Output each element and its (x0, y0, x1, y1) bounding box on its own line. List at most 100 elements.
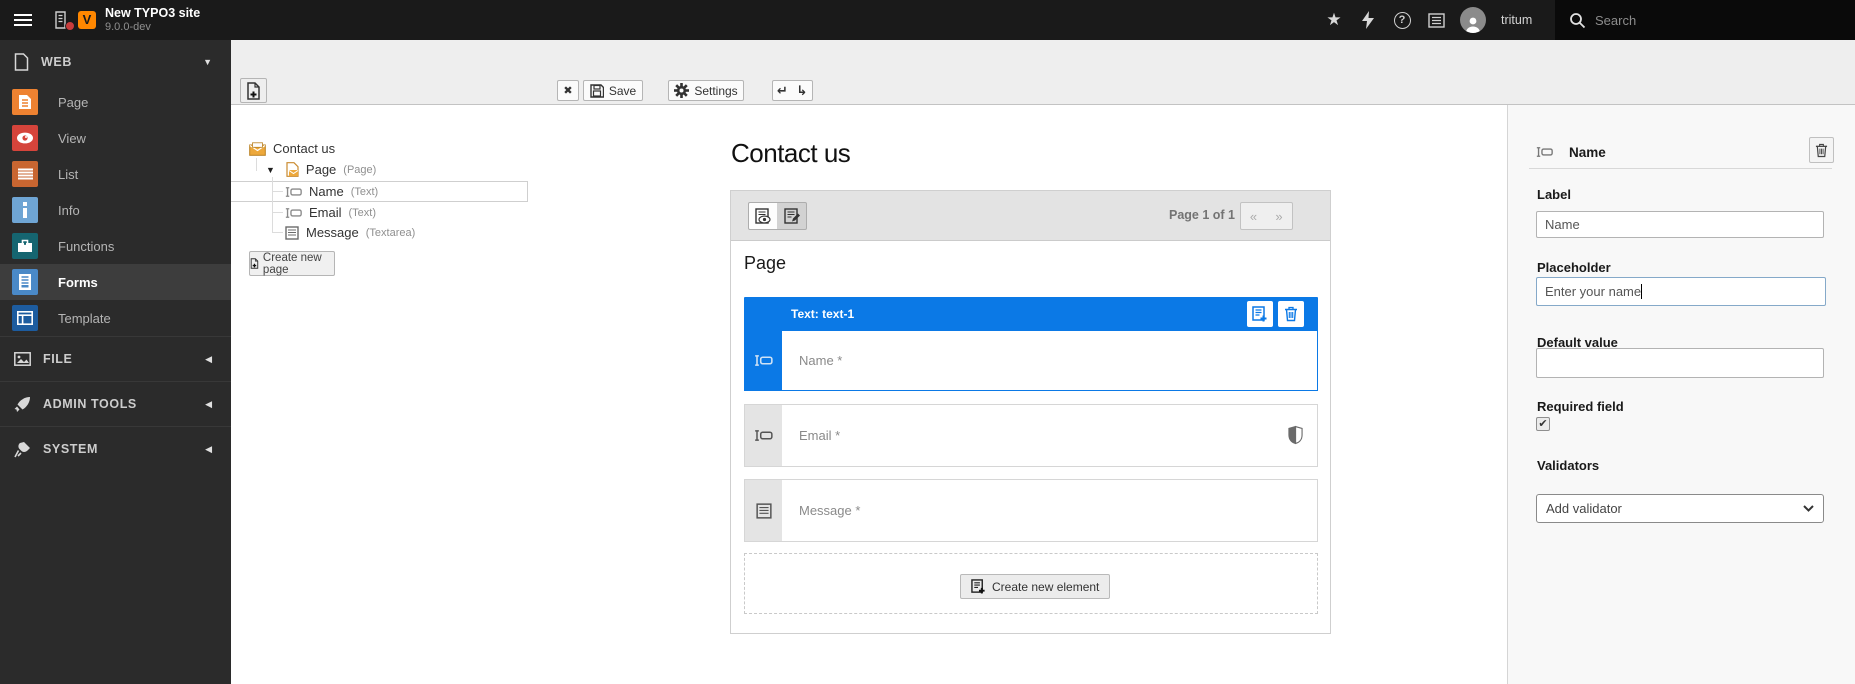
system-info-icon (1428, 13, 1445, 28)
module-menu: WEB ▼ Page View List Info Functions (0, 40, 231, 684)
stage-element-name-selected[interactable]: Text: text-1 Name * (744, 297, 1318, 391)
settings-button[interactable]: Settings (668, 80, 744, 101)
required-field-checkbox[interactable]: ✔ (1536, 417, 1550, 431)
bookmarks-button[interactable]: ★ (1317, 0, 1351, 40)
chevron-left-icon[interactable]: ◀ (205, 354, 212, 365)
chevron-down-icon (1803, 505, 1814, 512)
chevron-left-icon[interactable]: ◀ (205, 444, 212, 455)
system-information-button[interactable] (1419, 0, 1453, 40)
save-button[interactable]: Save (583, 80, 643, 101)
tree-connector (272, 212, 283, 213)
sidebar-item-label: View (58, 131, 86, 146)
sidebar-section-file[interactable]: FILE ◀ (0, 337, 231, 381)
sidebar-item-label: List (58, 167, 78, 182)
create-new-element-label: Create new element (992, 580, 1099, 594)
clear-cache-button[interactable] (1351, 0, 1385, 40)
previous-page-button[interactable]: « (1240, 202, 1267, 230)
validators-select-value: Add validator (1546, 501, 1622, 516)
new-element-icon (1252, 306, 1268, 322)
chevron-left-icon[interactable]: ◀ (205, 399, 212, 410)
next-page-button[interactable]: » (1266, 202, 1293, 230)
open-documents-button[interactable] (45, 0, 79, 40)
create-new-element-button[interactable]: Create new element (960, 574, 1110, 599)
preview-mode-button[interactable] (748, 202, 778, 230)
create-new-page-button[interactable]: Create new page (249, 251, 335, 276)
tree-node-form-root[interactable]: Contact us (249, 141, 335, 156)
new-element-after-button[interactable] (1247, 301, 1273, 327)
tree-expander-icon[interactable]: ▼ (266, 165, 275, 175)
inspector-panel: Name Label Placeholder Enter your name D… (1507, 105, 1855, 684)
undo-button[interactable]: ↵ (772, 80, 793, 101)
forms-module-icon (12, 269, 38, 295)
sidebar-item-info[interactable]: Info (0, 192, 231, 228)
label-field-input[interactable] (1536, 211, 1824, 238)
avatar (1460, 7, 1486, 33)
user-menu-button[interactable] (1453, 0, 1493, 40)
tree-node-type: (Text) (349, 207, 377, 219)
text-field-icon (285, 207, 302, 219)
sidebar-item-forms[interactable]: Forms (0, 264, 231, 300)
sidebar-section-admin-tools[interactable]: ADMIN TOOLS ◀ (0, 382, 231, 426)
close-button[interactable]: ✖ (557, 80, 579, 101)
hamburger-icon (14, 14, 32, 26)
shield-icon (1288, 425, 1303, 445)
undo-icon: ↵ (777, 83, 788, 99)
stage-element-message[interactable]: Message * (744, 479, 1318, 542)
redo-icon: ↳ (797, 83, 808, 99)
docheader: ✖ Save Settings ↵ ↳ (231, 40, 1855, 105)
tree-node-page[interactable]: ▼ Page (Page) (266, 162, 376, 177)
tree-node-label: Email (309, 205, 342, 220)
sidebar-item-template[interactable]: Template (0, 300, 231, 336)
sidebar-section-web[interactable]: WEB ▼ (0, 40, 231, 84)
paginator-label: Page 1 of 1 (1169, 208, 1235, 222)
toolbar-search[interactable]: Search (1555, 0, 1855, 40)
inspector-delete-button[interactable] (1809, 137, 1834, 163)
sidebar-item-functions[interactable]: Functions (0, 228, 231, 264)
sidebar-section-system[interactable]: SYSTEM ◀ (0, 427, 231, 471)
menu-toggle-button[interactable] (0, 0, 45, 40)
redo-button[interactable]: ↳ (792, 80, 813, 101)
trash-icon (1815, 143, 1828, 158)
page-module-icon (12, 89, 38, 115)
inspector-title: Name (1569, 145, 1606, 160)
tree-node-type: (Textarea) (366, 227, 416, 239)
sidebar-item-label: Functions (58, 239, 114, 254)
tree-node-name[interactable]: Name (Text) (285, 184, 378, 199)
stage-element-email[interactable]: Email * (744, 404, 1318, 467)
stage-header: Page 1 of 1 « » (731, 191, 1330, 241)
edit-mode-button[interactable] (777, 202, 807, 230)
username-label[interactable]: tritum (1501, 13, 1532, 27)
stage-page-heading: Page (744, 253, 786, 274)
chevron-down-icon[interactable]: ▼ (203, 57, 212, 67)
sidebar-item-page[interactable]: Page (0, 84, 231, 120)
element-icon-column (745, 480, 782, 541)
validator-indicator (1288, 425, 1303, 445)
sidebar-section-label: ADMIN TOOLS (43, 397, 137, 411)
element-icon-column (745, 405, 782, 466)
text-field-icon (1536, 146, 1553, 158)
tree-node-email[interactable]: Email (Text) (285, 205, 376, 220)
delete-element-button[interactable] (1278, 301, 1304, 327)
sidebar-section-label: FILE (43, 352, 72, 366)
edit-mode-icon (784, 208, 800, 225)
default-value-input[interactable] (1536, 348, 1824, 378)
help-button[interactable]: ? (1385, 0, 1419, 40)
tree-node-label: Contact us (273, 141, 335, 156)
prev-icon: « (1250, 209, 1257, 224)
selected-element-header: Text: text-1 (744, 297, 1318, 330)
person-icon (1464, 15, 1482, 33)
new-page-button[interactable] (240, 78, 267, 103)
site-version: 9.0.0-dev (105, 20, 200, 34)
label-field-label: Label (1537, 187, 1571, 202)
tree-connector (272, 191, 283, 192)
text-caret (1641, 284, 1642, 299)
element-field-label: Name * (799, 353, 842, 368)
mail-form-icon (249, 142, 266, 156)
placeholder-field-input[interactable]: Enter your name (1536, 277, 1826, 306)
validators-select[interactable]: Add validator (1536, 494, 1824, 523)
sidebar-item-view[interactable]: View (0, 120, 231, 156)
sidebar-item-list[interactable]: List (0, 156, 231, 192)
tree-node-message[interactable]: Message (Textarea) (285, 225, 415, 240)
gear-icon (674, 83, 689, 98)
preview-mode-icon (755, 208, 771, 225)
